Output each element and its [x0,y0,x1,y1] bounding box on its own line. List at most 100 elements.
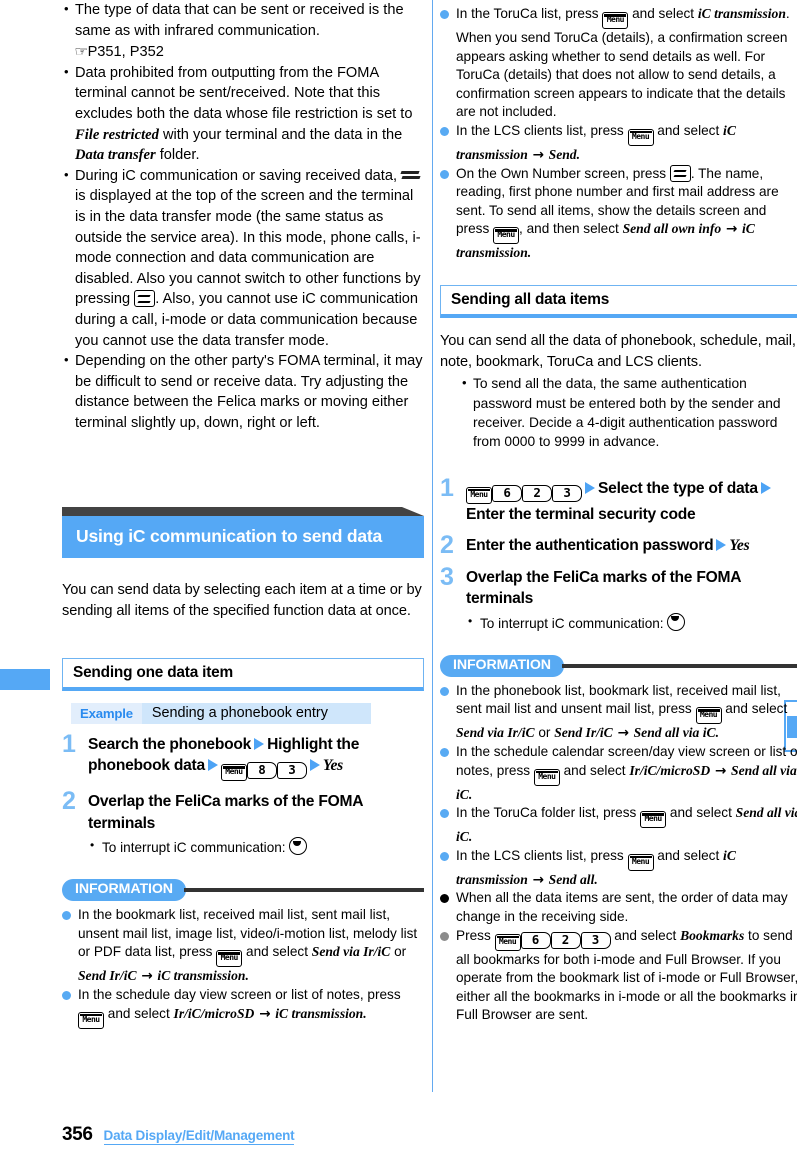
intro-bullet-text: To send all the data, the same authentic… [473,376,781,450]
note-item: Depending on the other party's FOMA term… [62,350,424,433]
information-header: INFORMATION [62,879,424,902]
information-badge: INFORMATION [62,879,186,902]
page-footer: 356 Data Display/Edit/Management [62,1124,295,1146]
info-text: and select [653,847,724,863]
info-text: and select [721,701,788,717]
reference-hand-icon: ☞ [74,43,89,60]
information-item: In the phonebook list, bookmark list, re… [440,682,797,743]
information-item: When all the data items are sent, the or… [440,889,797,926]
menu-path-term: Ir/iC/microSD [629,762,711,778]
information-item: In the bookmark list, received mail list… [62,906,424,986]
next-step-triangle-icon [760,481,771,494]
right-intro-text: You can send all the data of phonebook, … [440,332,796,370]
section-header-title: Using iC communication to send data [62,516,424,559]
function-key-icon [134,290,156,308]
info-text: or [534,725,555,741]
note-reference: P351, P352 [87,44,164,61]
information-item: In the schedule calendar screen/day view… [440,743,797,804]
step-sub-note: To interrupt iC communication: [88,836,424,857]
info-text: Press [456,927,495,943]
numeric-key-icon: 3 [276,762,307,780]
path-arrow-icon: → [254,1005,276,1022]
page-edge-tab-left [0,669,50,690]
step-body: Overlap the FeliCa marks of the FOMA ter… [88,791,424,834]
column-divider [432,0,433,1092]
menu-path-term: Send all via iC [633,725,716,741]
step-number: 2 [440,531,454,560]
information-item: In the ToruCa list, press Menu and selec… [440,5,797,122]
menu-path-term: Ir/iC/microSD [173,1005,255,1021]
sub-header-sending-one-data-item: Sending one data item [62,657,424,691]
note-text: is displayed at the top of the screen an… [75,188,421,308]
clear-key-icon [289,837,308,856]
note-item: The type of data that can be sent or rec… [62,0,424,63]
information-item: In the LCS clients list, press Menu and … [440,122,797,165]
info-text: and select [559,762,630,778]
menu-path-term: Send [548,146,577,162]
step-text: Search the phonebook [88,735,252,753]
step-text: Overlap the FeliCa marks of the FOMA ter… [88,793,363,832]
info-text: and select [666,805,736,821]
step-text: Enter the authentication password [466,537,714,555]
menu-key-icon: Menu [220,764,247,782]
step-text: Overlap the FeliCa marks of the FOMA ter… [466,568,741,608]
section-header-block: Using iC communication to send data [62,507,424,559]
menu-path-term: Send via Ir/iC [456,725,535,741]
menu-key-icon: Menu [627,128,654,146]
info-text: In the ToruCa list, press [456,6,603,21]
menu-path-term: Send all own info [622,221,722,237]
numeric-key-icon: 3 [552,484,582,502]
info-text: . [468,786,473,802]
info-text: When all the data items are sent, the or… [456,890,788,924]
note-text: folder. [155,147,200,164]
info-text: In the schedule day view screen or list … [78,986,401,1002]
example-band: Example Sending a phonebook entry [71,702,371,724]
menu-key-icon: Menu [627,853,654,871]
step-sub-note: To interrupt iC communication: [466,612,797,633]
step-item: 3 Overlap the FeliCa marks of the FOMA t… [440,564,797,633]
example-tag-label: Example [71,702,142,724]
info-text: . [594,871,598,887]
note-text: Data prohibited from outputting from the… [75,64,413,122]
info-text: In the LCS clients list, press [456,847,628,863]
info-text: On the Own Number screen, press [456,165,670,181]
top-notes-list: The type of data that can be sent or rec… [62,0,424,433]
menu-path-term: Send Ir/iC [78,968,137,984]
footer-chapter-title: Data Display/Edit/Management [103,1128,295,1145]
info-text: and select [653,122,724,138]
next-step-triangle-icon [207,759,218,772]
info-text: and select [610,927,681,943]
numeric-key-icon: 2 [522,484,552,502]
menu-key-icon: Menu [602,12,629,29]
left-column: The type of data that can be sent or rec… [62,0,424,1029]
information-list: In the bookmark list, received mail list… [62,906,424,1029]
path-arrow-icon: → [136,968,158,985]
section-intro-text: You can send data by selecting each item… [62,582,422,620]
info-text: and select [628,6,698,21]
numeric-key-icon: 8 [246,762,277,780]
step-item: 1 Menu 6 2 3 Select the type of data Enter th… [440,475,797,526]
page-number: 356 [62,1124,93,1145]
step-confirm-label: Yes [729,537,750,555]
information-item: In the ToruCa folder list, press Menu an… [440,804,797,847]
numeric-key-icon: 6 [492,484,522,502]
information-item: Press Menu 6 2 3 and select Bookmarks to se… [440,927,797,1025]
path-arrow-icon: → [612,725,634,742]
menu-key-icon: Menu [78,1011,104,1029]
note-item: During iC communication or saving receiv… [62,165,424,351]
menu-key-icon: Menu [494,933,521,951]
data-transfer-mode-icon [401,168,421,182]
note-text: Depending on the other party's FOMA term… [75,353,423,431]
path-arrow-icon: → [527,146,549,163]
information-item: In the schedule day view screen or list … [62,986,424,1029]
info-text: . [715,725,719,741]
info-text: . [245,968,249,984]
step-body: Overlap the FeliCa marks of the FOMA ter… [466,567,797,610]
information-rule [183,888,424,893]
menu-path-term: Bookmarks [680,927,745,943]
note-text: During iC communication or saving receiv… [75,167,402,184]
step-body: Search the phonebook Highlight the phoneb… [88,734,424,782]
information-list: In the phonebook list, bookmark list, re… [440,682,797,1025]
step-item: 1 Search the phonebook Highlight the phon… [62,731,424,782]
menu-path-term: Send via Ir/iC [311,944,391,960]
